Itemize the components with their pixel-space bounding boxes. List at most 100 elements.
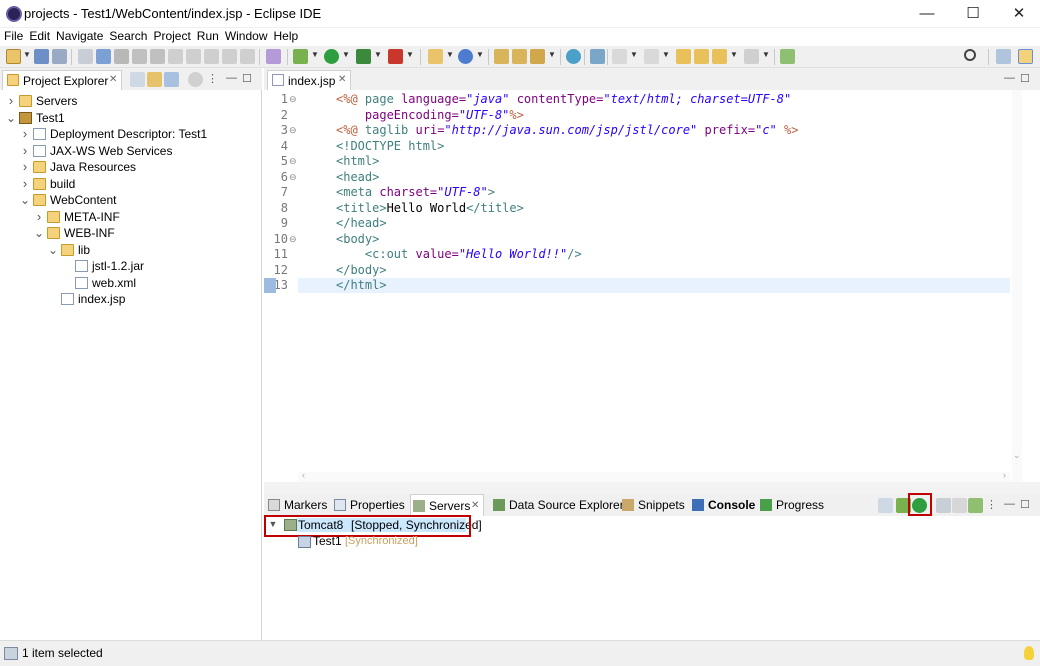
chevron-right-icon[interactable]: › <box>20 126 30 142</box>
previous-annotation-icon[interactable] <box>644 49 659 64</box>
close-icon[interactable]: ✕ <box>338 74 346 85</box>
chevron-down-icon[interactable]: ▼ <box>630 50 638 59</box>
chevron-down-icon[interactable]: ⌄ <box>6 110 16 126</box>
minimize-view-button[interactable]: — <box>226 72 237 84</box>
arrow-right-icon[interactable] <box>744 49 759 64</box>
globe-icon[interactable] <box>566 49 581 64</box>
tab-snippets[interactable]: Snippets <box>620 494 685 516</box>
code-area[interactable]: <%@ page language="java" contentType="te… <box>300 90 1010 482</box>
stop-icon[interactable] <box>150 49 165 64</box>
pen-icon[interactable] <box>530 49 545 64</box>
menu-run[interactable]: Run <box>194 28 222 44</box>
java-ee-perspective-icon[interactable] <box>1018 49 1033 64</box>
open-task-icon[interactable] <box>512 49 527 64</box>
terminal-icon[interactable] <box>114 49 129 64</box>
menu-project[interactable]: Project <box>150 28 193 44</box>
stop-server-icon[interactable] <box>952 498 967 513</box>
debug-icon[interactable] <box>293 49 308 64</box>
minimize-view-button[interactable]: — <box>1004 498 1015 510</box>
maximize-button[interactable]: ☐ <box>950 0 996 28</box>
profile-server-icon[interactable] <box>936 498 951 513</box>
new-class-icon[interactable] <box>458 49 473 64</box>
fold-toggle-icon[interactable]: ⊖ <box>289 154 297 170</box>
close-button[interactable]: ✕ <box>996 0 1040 28</box>
open-perspective-icon[interactable] <box>996 49 1011 64</box>
minimize-editor-button[interactable]: — <box>1004 72 1015 84</box>
tab-project-explorer[interactable]: Project Explorer ✕ <box>2 70 122 90</box>
scroll-left-icon[interactable]: ‹ <box>302 470 305 480</box>
module-row[interactable]: Test1 [Synchronized] <box>298 534 498 550</box>
search-tool-icon[interactable] <box>590 49 605 64</box>
chevron-down-icon[interactable]: ⌄ <box>20 192 30 208</box>
chevron-down-icon[interactable]: ▼ <box>311 50 319 59</box>
fold-toggle-icon[interactable]: ⊖ <box>289 92 297 108</box>
chevron-down-icon[interactable]: ▼ <box>406 50 414 59</box>
step-over-icon[interactable] <box>204 49 219 64</box>
arrow-left-icon[interactable] <box>712 49 727 64</box>
scroll-right-icon[interactable]: › <box>1003 470 1006 480</box>
tab-progress[interactable]: Progress <box>758 494 824 516</box>
tab-index-jsp[interactable]: index.jsp ✕ <box>267 70 351 90</box>
menu-file[interactable]: File <box>0 28 26 44</box>
new-project-icon[interactable] <box>428 49 443 64</box>
maximize-view-button[interactable]: ☐ <box>242 72 252 85</box>
tab-data-source-explorer[interactable]: Data Source Explorer <box>491 494 624 516</box>
back-icon[interactable] <box>694 49 709 64</box>
coverage-icon[interactable] <box>356 49 371 64</box>
step-return-icon[interactable] <box>222 49 237 64</box>
view-menu-icon[interactable]: ⋮ <box>986 498 997 511</box>
chevron-down-icon[interactable]: ▼ <box>730 50 738 59</box>
vertical-scrollbar[interactable]: ⌄ <box>1012 90 1022 482</box>
menu-navigate[interactable]: Navigate <box>53 28 106 44</box>
scroll-down-icon[interactable]: ⌄ <box>1013 450 1021 461</box>
maximize-editor-button[interactable]: ☐ <box>1020 72 1030 85</box>
chevron-down-icon[interactable]: ⌄ <box>48 242 58 258</box>
search-icon[interactable] <box>964 49 976 61</box>
chevron-down-icon[interactable]: ▼ <box>762 50 770 59</box>
console-icon[interactable] <box>96 49 111 64</box>
minimize-button[interactable]: — <box>904 0 950 28</box>
chevron-down-icon[interactable]: ▼ <box>446 50 454 59</box>
last-edit-icon[interactable] <box>676 49 691 64</box>
horizontal-scrollbar[interactable]: ‹ › <box>298 470 1010 482</box>
fold-toggle-icon[interactable]: ⊖ <box>289 232 297 248</box>
link-with-editor-icon[interactable] <box>147 72 162 87</box>
chevron-down-icon[interactable]: ⌄ <box>34 225 44 241</box>
tab-markers[interactable]: Markers <box>266 494 327 516</box>
fold-toggle-icon[interactable]: ⊖ <box>289 123 297 139</box>
chevron-down-icon[interactable]: ▼ <box>476 50 484 59</box>
menu-edit[interactable]: Edit <box>26 28 53 44</box>
clean-icon[interactable] <box>78 49 93 64</box>
collapse-all-icon[interactable] <box>130 72 145 87</box>
menu-help[interactable]: Help <box>271 28 302 44</box>
close-icon[interactable]: ✕ <box>109 74 117 85</box>
chevron-right-icon[interactable]: › <box>20 143 30 159</box>
chevron-down-icon[interactable]: ▼ <box>342 50 350 59</box>
chevron-down-icon[interactable]: ▼ <box>23 50 31 59</box>
maximize-view-button[interactable]: ☐ <box>1020 498 1030 511</box>
focus-icon[interactable] <box>188 72 203 87</box>
view-menu-icon[interactable]: ⋮ <box>207 72 218 85</box>
chevron-down-icon[interactable]: ▼ <box>374 50 382 59</box>
tab-properties[interactable]: Properties <box>332 494 405 516</box>
save-all-icon[interactable] <box>52 49 67 64</box>
drop-to-frame-icon[interactable] <box>240 49 255 64</box>
chevron-right-icon[interactable]: › <box>6 93 16 109</box>
fold-toggle-icon[interactable]: ⊖ <box>289 170 297 186</box>
external-tools-icon[interactable] <box>388 49 403 64</box>
tab-servers[interactable]: Servers ✕ <box>410 494 484 516</box>
chevron-down-icon[interactable]: ▼ <box>662 50 670 59</box>
collapse-all-icon[interactable] <box>878 498 893 513</box>
run-icon[interactable] <box>324 49 339 64</box>
next-annotation-icon[interactable] <box>612 49 627 64</box>
filter-icon[interactable] <box>164 72 179 87</box>
lightbulb-icon[interactable] <box>1024 646 1034 660</box>
step-into-icon[interactable] <box>186 49 201 64</box>
tab-console[interactable]: Console <box>690 494 755 516</box>
chevron-down-icon[interactable]: ▼ <box>548 50 556 59</box>
close-icon[interactable]: ✕ <box>471 495 479 517</box>
save-icon[interactable] <box>34 49 49 64</box>
menu-search[interactable]: Search <box>106 28 150 44</box>
chevron-right-icon[interactable]: › <box>20 176 30 192</box>
suspend-icon[interactable] <box>132 49 147 64</box>
